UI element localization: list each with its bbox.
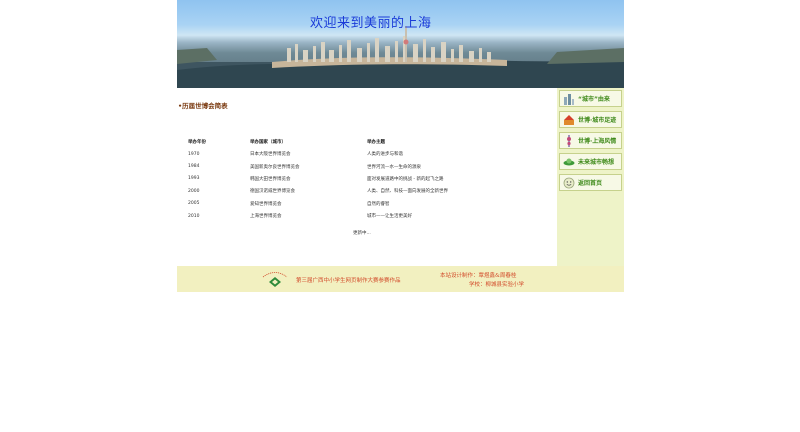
table-row: 2005 爱知世界博览会 自然的睿智: [186, 198, 517, 210]
sidebar-item-future-city[interactable]: 未来城市畅想: [559, 153, 622, 170]
cell-year: 1970: [188, 151, 200, 157]
sidebar-item-expo-footprint[interactable]: 世博·城市足迹: [559, 111, 622, 128]
more-text: 更新中...: [353, 231, 371, 236]
col-country-header: 举办国家（城市）: [250, 140, 286, 145]
table-row: 1984 美国新奥尔良世界博览会 世界河流—水—生命的源泉: [186, 160, 517, 172]
cell-country: 上海世界博览会: [250, 214, 282, 220]
city-icon: [562, 92, 576, 106]
cell-country: 韩国大田世界博览会: [250, 176, 291, 182]
section-title: •历届世博会简表: [178, 102, 228, 110]
cell-year: 1993: [188, 176, 200, 182]
sidebar-item-label: 未来城市畅想: [578, 159, 615, 166]
table-row: 1970 日本大阪世界博览会 人类的进步与和谐: [186, 148, 517, 160]
sidebar-nav: “城市”由来 世博·城市足迹 世博·上海风情 未来城市畅想 返回首页: [557, 88, 624, 266]
banner-title: 欢迎来到美丽的上海: [310, 16, 432, 31]
cell-country: 德国汉诺威世界博览会: [250, 189, 295, 195]
cell-country: 日本大阪世界博览会: [250, 152, 291, 158]
sidebar-item-city-origin[interactable]: “城市”由来: [559, 90, 622, 107]
cell-country: 爱知世界博览会: [250, 201, 282, 207]
sidebar-item-label: “城市”由来: [578, 96, 610, 103]
col-year-header: 举办年份: [188, 140, 206, 145]
sidebar-item-label: 返回首页: [578, 180, 603, 187]
cell-year: 1984: [188, 164, 200, 170]
credit-designers: 本站设计制作：覃煜鑫&周春桂: [440, 273, 517, 279]
tower-icon: [562, 134, 576, 148]
credit-school: 学校：柳城县实验小学: [469, 282, 525, 288]
cell-theme: 面对发展道路中的挑战 - 新的起飞之路: [367, 176, 444, 182]
col-theme-header: 举办主题: [367, 140, 385, 145]
sidebar-item-shanghai-style[interactable]: 世博·上海风情: [559, 132, 622, 149]
contest-logo: [260, 270, 290, 288]
sidebar-item-home[interactable]: 返回首页: [559, 174, 622, 191]
table-row: 2000 德国汉诺威世界博览会 人类、自然、科技—面向发展的全新世界: [186, 185, 517, 197]
footer: 第三届广西中小学生网页制作大赛参赛作品 本站设计制作：覃煜鑫&周春桂 学校：柳城…: [177, 266, 624, 292]
contest-text: 第三届广西中小学生网页制作大赛参赛作品: [296, 278, 401, 284]
cell-theme: 城市——让生活更美好: [367, 214, 412, 220]
cell-year: 2005: [188, 201, 200, 207]
credit-text: 本站设计制作：覃煜鑫&周春桂 学校：柳城县实验小学: [440, 272, 524, 290]
cell-theme: 人类的进步与和谐: [367, 152, 403, 158]
home-smile-icon: [562, 176, 576, 190]
sidebar-item-label: 世博·城市足迹: [578, 117, 617, 124]
cell-year: 2010: [188, 213, 200, 219]
table-row: 1993 韩国大田世界博览会 面对发展道路中的挑战 - 新的起飞之路: [186, 173, 517, 185]
table-row: 2010 上海世界博览会 城市——让生活更美好: [186, 210, 517, 222]
cell-year: 2000: [188, 188, 200, 194]
banner: 欢迎来到美丽的上海: [177, 0, 624, 88]
cell-theme: 世界河流—水—生命的源泉: [367, 164, 421, 170]
main-content: •历届世博会简表 举办年份 举办国家（城市） 举办主题 1970 日本大阪世界博…: [177, 88, 557, 266]
footprint-icon: [562, 113, 576, 127]
cell-theme: 自然的睿智: [367, 201, 390, 207]
table-header-row: 举办年份 举办国家（城市） 举办主题: [186, 136, 517, 148]
future-icon: [562, 155, 576, 169]
sidebar-item-label: 世博·上海风情: [578, 138, 617, 145]
page-container: 欢迎来到美丽的上海 •历届世博会简表 举办年份 举办国家（城市） 举办主题 19…: [177, 0, 624, 292]
expo-table: 举办年份 举办国家（城市） 举办主题 1970 日本大阪世界博览会 人类的进步与…: [186, 136, 517, 222]
cell-country: 美国新奥尔良世界博览会: [250, 164, 300, 170]
cell-theme: 人类、自然、科技—面向发展的全新世界: [367, 189, 448, 195]
